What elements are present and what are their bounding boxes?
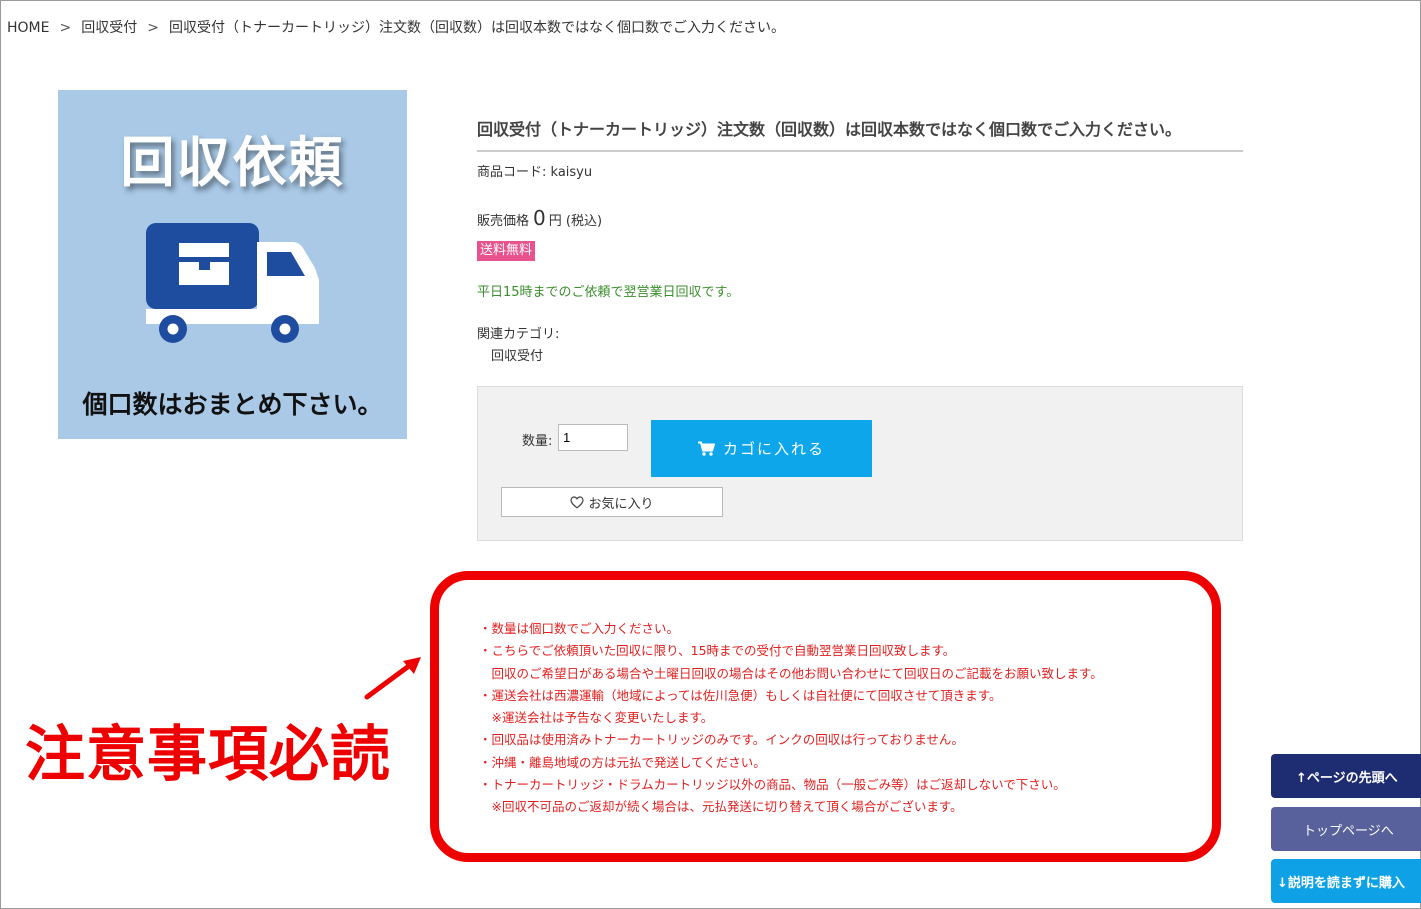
breadcrumb-separator: > <box>147 20 159 36</box>
breadcrumb-separator: > <box>59 20 72 36</box>
delivery-truck-icon <box>146 223 319 343</box>
notice-line: ※運送会社は予告なく変更いたします。 <box>479 710 714 726</box>
delivery-note: 平日15時までのご依頼で翌営業日回収です。 <box>477 285 740 300</box>
favorite-button[interactable]: お気に入り <box>501 487 723 517</box>
free-shipping-badge: 送料無料 <box>477 241 536 261</box>
home-button[interactable]: トップページへ <box>1271 807 1421 851</box>
notice-line: ※回収不可品のご返却が続く場合は、元払発送に切り替えて頂く場合がございます。 <box>479 799 963 815</box>
product-image-title: 回収依頼 <box>120 131 345 194</box>
notice-line: ・運送会社は西濃運輸（地域によっては佐川急便）もしくは自社便にて回収させて頂きま… <box>479 687 1002 703</box>
product-title: 回収受付（トナーカートリッジ）注文数（回収数）は回収本数ではなく個口数でご入力く… <box>477 116 1243 152</box>
notice-list: ・数量は個口数でご入力ください。 ・こちらでご依頼頂いた回収に限り、15時までの… <box>479 618 1103 819</box>
product-code-value: kaisyu <box>550 165 593 180</box>
notice-line: ・数量は個口数でご入力ください。 <box>479 621 680 636</box>
price-label: 販売価格 <box>477 214 530 229</box>
price-tax: (税込) <box>565 214 603 229</box>
breadcrumb: HOME > 回収受付 > 回収受付（トナーカートリッジ）注文数（回収数）は回収本数では… <box>7 17 785 37</box>
notice-line: ・沖縄・離島地域の方は元払で発送してください。 <box>479 754 766 770</box>
product-image[interactable]: 回収依頼 個口数はおまとめ下さい。 <box>58 90 407 439</box>
notice-line: ・こちらでご依頼頂いた回収に限り、15時までの受付で自動翌営業日回収致します。 <box>479 643 956 659</box>
breadcrumb-home-link[interactable]: HOME <box>7 20 49 36</box>
page-top-button[interactable]: ↑ページの先頭へ <box>1271 754 1421 798</box>
notice-line: ・回収品は使用済みトナーカートリッジのみです。インクの回収は行っておりません。 <box>479 732 964 748</box>
arrow-icon <box>364 657 421 700</box>
product-image-caption: 個口数はおまとめ下さい。 <box>82 390 383 419</box>
breadcrumb-current: 回収受付（トナーカートリッジ）注文数（回収数）は回収本数ではなく個口数でご入力く… <box>168 20 785 36</box>
add-to-cart-button[interactable]: カゴに入れる <box>651 420 872 477</box>
heart-icon <box>570 495 585 509</box>
product-code: 商品コード: kaisyu <box>477 161 592 180</box>
price-unit: 円 <box>548 214 562 229</box>
add-to-cart-label: カゴに入れる <box>722 440 825 458</box>
quantity-input[interactable] <box>558 424 628 451</box>
notice-heading: 注意事項必読 <box>25 720 391 790</box>
quantity-label: 数量: <box>522 434 553 449</box>
cart-icon <box>697 441 715 456</box>
product-code-label: 商品コード: <box>477 165 547 180</box>
notice-line: 回収のご希望日がある場合や土曜日回収の場合はその他お問い合わせにて回収日のご記載… <box>479 665 1103 681</box>
breadcrumb-category-link[interactable]: 回収受付 <box>81 20 137 36</box>
related-category-label: 関連カテゴリ: <box>477 327 560 342</box>
skip-to-purchase-button[interactable]: ↓説明を読まずに購入 <box>1271 859 1421 903</box>
cart-box: 数量: カゴに入れる お気に入り <box>477 386 1243 541</box>
related-category-link[interactable]: 回収受付 <box>491 345 543 364</box>
favorite-label: お気に入り <box>588 496 654 512</box>
price-value: 0 <box>533 206 546 230</box>
notice-box: ・数量は個口数でご入力ください。 ・こちらでご依頼頂いた回収に限り、15時までの… <box>430 571 1221 862</box>
notice-line: ・トナーカートリッジ・ドラムカートリッジ以外の商品、物品（一般ごみ等）はご返却し… <box>479 777 1066 793</box>
price-row: 販売価格 0 円 (税込) <box>477 206 602 230</box>
